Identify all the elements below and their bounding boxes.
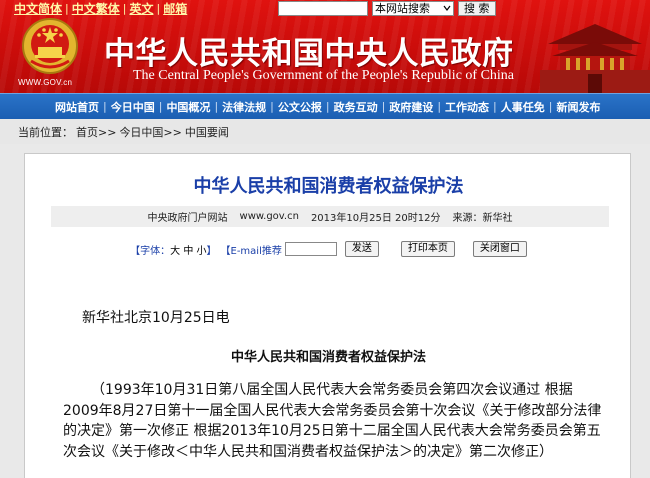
article-dateline: 新华社北京10月25日电 <box>82 310 230 326</box>
lang-separator: | <box>122 1 127 15</box>
nav-separator: | <box>325 100 330 113</box>
nav-item-gazette[interactable]: 公文公报 <box>278 99 322 115</box>
search-input[interactable] <box>278 0 368 16</box>
font-size-close-bracket: 】 <box>206 245 217 257</box>
breadcrumb-china-news[interactable]: 中国要闻 <box>185 124 229 140</box>
article-meta-bar: 中央政府门户网站 www.gov.cn 2013年10月25日 20时12分 来… <box>51 206 609 227</box>
email-recommend-label: 【E-mail推荐 <box>220 245 282 257</box>
meta-datetime: 2013年10月25日 20时12分 <box>310 213 441 224</box>
law-preamble: （1993年10月31日第八届全国人民代表大会常务委员会第四次会议通过 根据20… <box>63 382 602 460</box>
email-recommend-input[interactable] <box>284 242 337 256</box>
breadcrumb-china-today[interactable]: 今日中国>> <box>119 124 181 140</box>
nav-separator: | <box>158 100 163 113</box>
meta-source-site: 中央政府门户网站 <box>147 213 228 224</box>
search-scope-select[interactable]: 本网站搜索 <box>372 0 454 16</box>
search-scope-value: 本网站搜索 <box>375 2 430 15</box>
site-title-chinese[interactable]: 中华人民共和国中央人民政府 <box>104 28 514 73</box>
breadcrumb-home[interactable]: 首页>> <box>76 124 116 140</box>
meta-url: www.gov.cn <box>239 211 299 222</box>
nav-separator: | <box>214 100 219 113</box>
law-heading: 中华人民共和国消费者权益保护法 <box>230 350 426 365</box>
font-size-small[interactable]: 小 <box>197 242 207 257</box>
font-size-large[interactable]: 大 <box>170 242 180 257</box>
nav-item-laws[interactable]: 法律法规 <box>222 99 266 115</box>
nav-item-china-today[interactable]: 今日中国 <box>111 99 155 115</box>
site-header: 中文简体 | 中文繁体 | 英文 | 邮箱 本网站搜索 搜 索 WWW.GOV.… <box>0 0 650 93</box>
national-emblem-icon <box>22 18 78 74</box>
article-tools: 【字体： 大 中 小 】 【E-mail推荐 发送 打印本页 关闭窗口 <box>25 239 632 259</box>
close-window-button[interactable]: 关闭窗口 <box>472 241 527 257</box>
font-size-medium[interactable]: 中 <box>183 242 193 257</box>
lang-link-traditional[interactable]: 中文繁体 <box>72 0 120 17</box>
nav-item-home[interactable]: 网站首页 <box>55 99 99 115</box>
nav-item-appointments[interactable]: 人事任免 <box>501 99 545 115</box>
send-button[interactable]: 发送 <box>344 241 379 257</box>
site-url-label: WWW.GOV.cn <box>18 78 73 87</box>
lang-separator: | <box>65 1 69 15</box>
lang-link-simplified[interactable]: 中文简体 <box>14 0 62 17</box>
chevron-down-icon <box>443 5 451 11</box>
nav-separator: | <box>437 100 442 113</box>
nav-item-china-overview[interactable]: 中国概况 <box>166 99 210 115</box>
nav-item-work-news[interactable]: 工作动态 <box>445 99 489 115</box>
nav-separator: | <box>270 100 274 113</box>
tiananmen-icon <box>540 24 650 93</box>
breadcrumb: 当前位置： 首页>> 今日中国>> 中国要闻 <box>0 119 650 144</box>
breadcrumb-prefix: 当前位置： <box>18 125 73 139</box>
lang-link-english[interactable]: 英文 <box>129 0 153 17</box>
language-bar: 中文简体 | 中文繁体 | 英文 | 邮箱 <box>0 0 190 16</box>
article-panel: 中华人民共和国消费者权益保护法 中央政府门户网站 www.gov.cn 2013… <box>24 153 631 478</box>
nav-separator: | <box>103 100 107 113</box>
nav-separator: | <box>493 100 497 113</box>
font-size-label: 【字体： <box>130 245 171 257</box>
site-search: 本网站搜索 搜 索 <box>278 0 496 16</box>
main-navigation: 网站首页 | 今日中国 | 中国概况 | 法律法规 | 公文公报 | 政务互动 … <box>0 93 650 119</box>
meta-source: 来源：新华社 <box>452 213 513 224</box>
site-title-english: The Central People's Government of the P… <box>133 68 515 83</box>
nav-item-interaction[interactable]: 政务互动 <box>334 99 378 115</box>
nav-item-government-building[interactable]: 政府建设 <box>389 99 433 115</box>
article-title: 中华人民共和国消费者权益保护法 <box>193 176 464 197</box>
nav-separator: | <box>381 100 386 113</box>
lang-link-mailbox[interactable]: 邮箱 <box>163 0 187 17</box>
print-button[interactable]: 打印本页 <box>400 241 455 257</box>
lang-separator: | <box>156 1 161 15</box>
nav-item-press-release[interactable]: 新闻发布 <box>556 99 600 115</box>
search-button[interactable]: 搜 索 <box>458 0 496 16</box>
nav-separator: | <box>548 100 553 113</box>
